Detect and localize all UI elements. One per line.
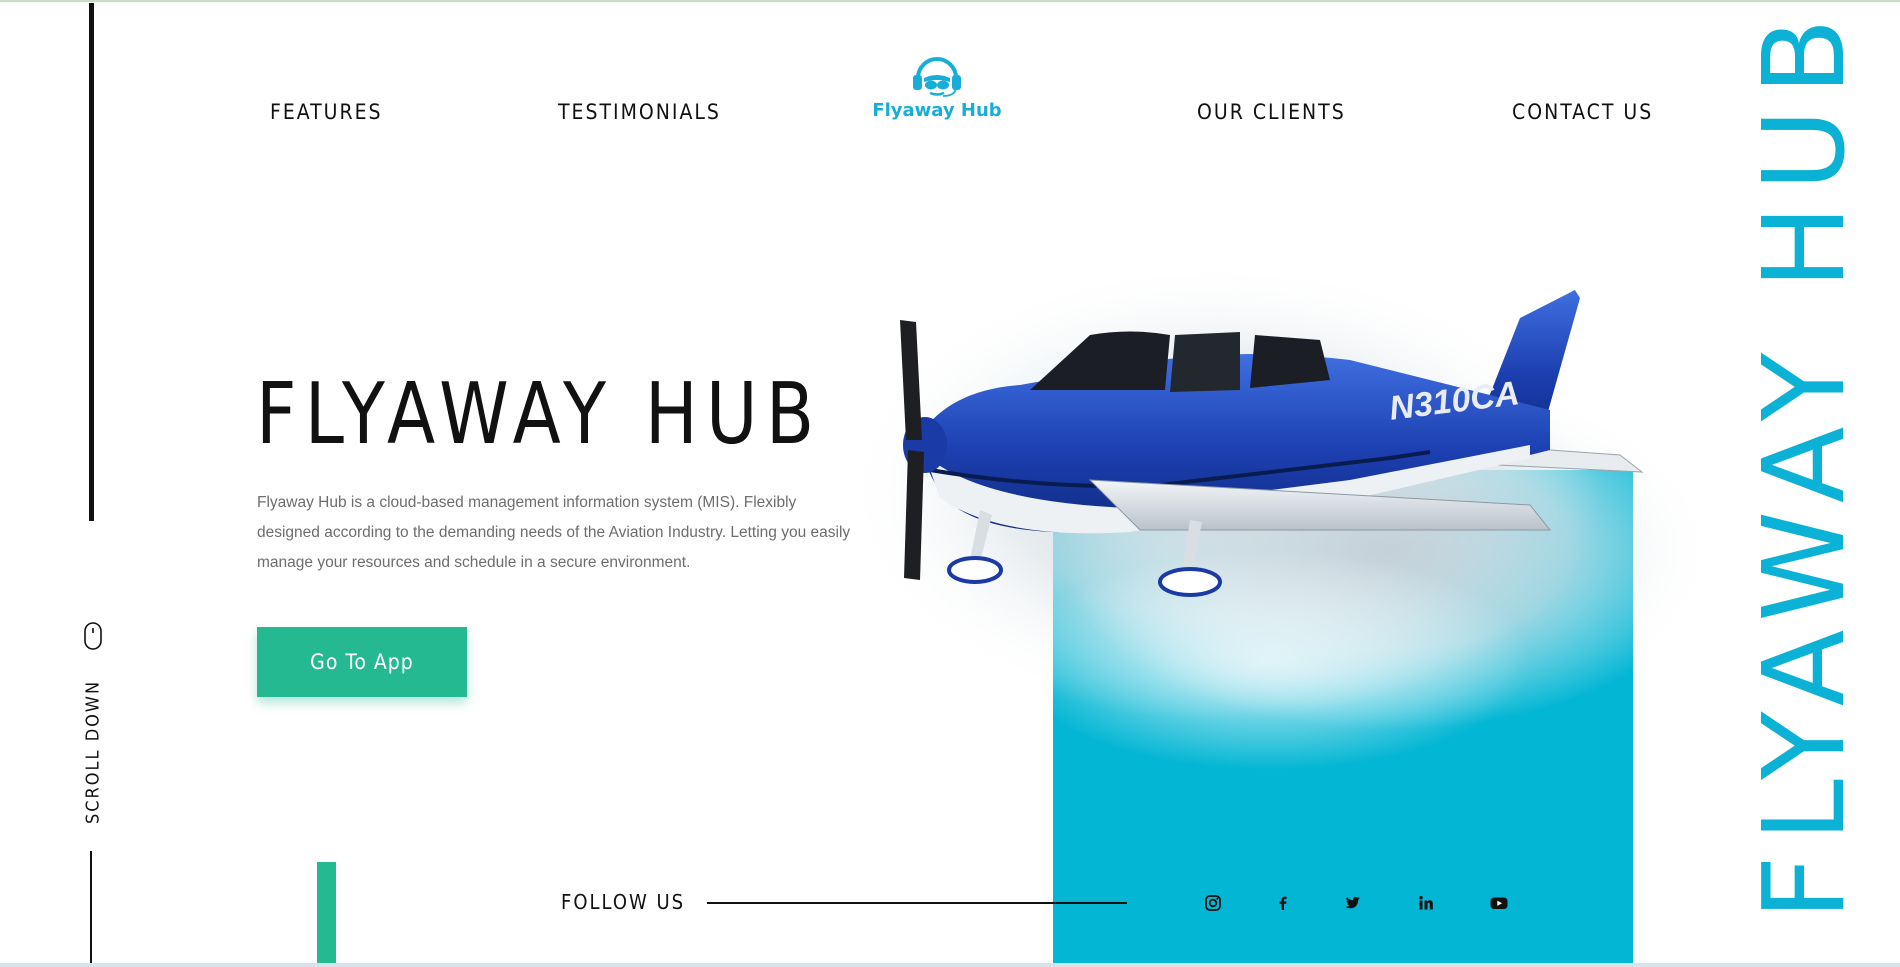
follow-divider-line [707, 902, 1127, 904]
decorative-vertical-line-top [89, 3, 94, 521]
youtube-icon[interactable] [1489, 893, 1509, 913]
hero-description: Flyaway Hub is a cloud-based management … [257, 494, 851, 571]
instagram-icon[interactable] [1203, 893, 1223, 913]
nav-contact-us[interactable]: CONTACT US [1512, 100, 1653, 124]
mouse-scroll-icon [84, 622, 102, 650]
facebook-icon[interactable] [1273, 893, 1293, 913]
decorative-green-bar [317, 862, 336, 963]
window-top-border [0, 0, 1900, 2]
window-bottom-border [0, 963, 1900, 967]
vertical-brand-text: FLYAWAY HUB [1740, 4, 1870, 920]
pilot-headset-icon [913, 57, 961, 97]
follow-us-label: FOLLOW US [561, 890, 686, 914]
airplane-hero-image: N310CA [840, 260, 1720, 770]
nav-our-clients[interactable]: OUR CLIENTS [1197, 100, 1346, 124]
linkedin-icon[interactable] [1416, 893, 1436, 913]
go-to-app-button[interactable]: Go To App [257, 627, 467, 697]
twitter-icon[interactable] [1342, 893, 1362, 913]
hero-title: FLYAWAY HUB [256, 365, 823, 464]
brand-logo[interactable]: Flyaway Hub [872, 56, 1002, 136]
logo-text: Flyaway Hub [872, 100, 1002, 121]
nav-testimonials[interactable]: TESTIMONIALS [558, 100, 721, 124]
nav-features[interactable]: FEATURES [270, 100, 383, 124]
decorative-vertical-line-bottom [90, 851, 92, 963]
scroll-down-label[interactable]: SCROLL DOWN [83, 680, 104, 824]
